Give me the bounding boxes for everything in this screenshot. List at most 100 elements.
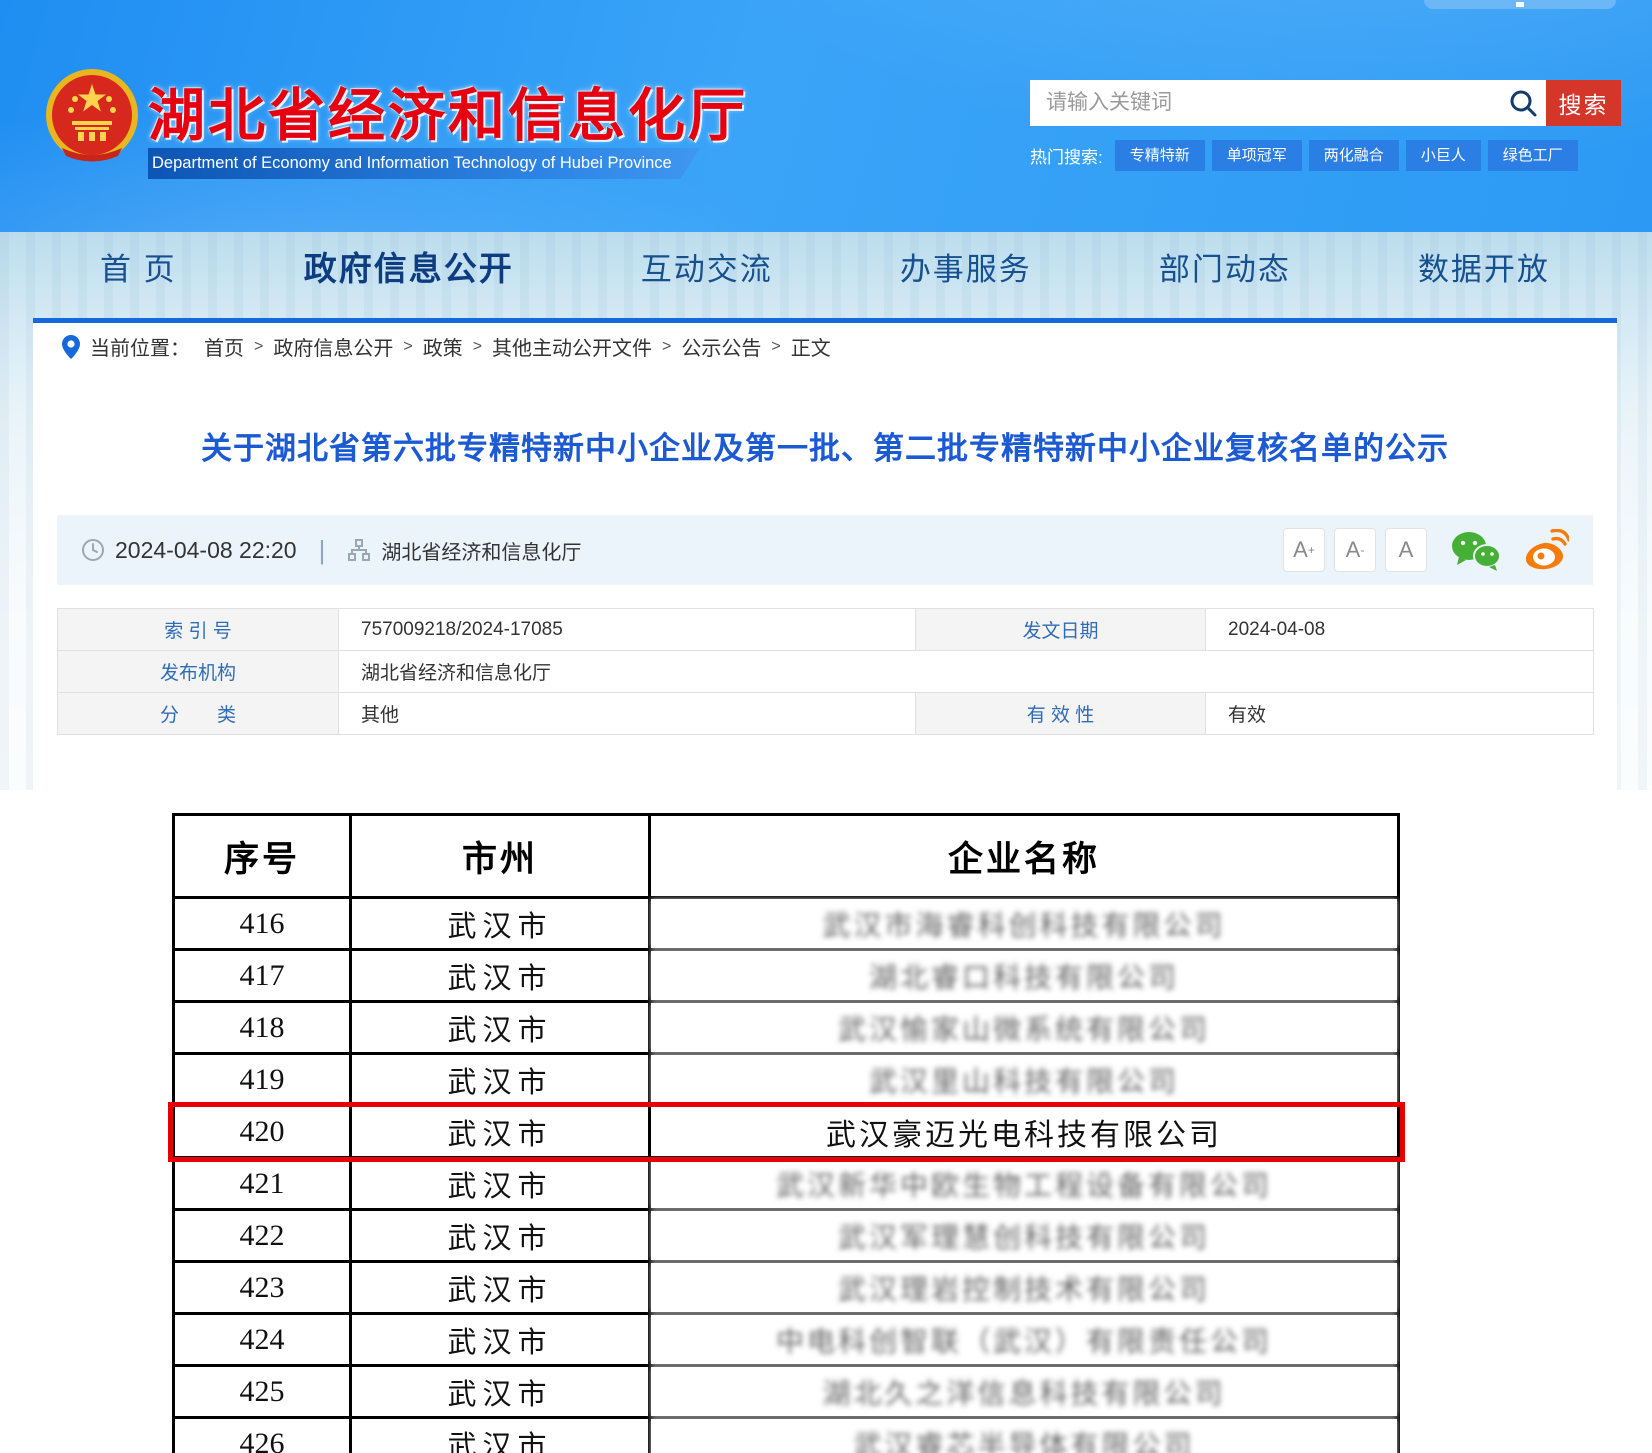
cell-city: 武汉市	[351, 1418, 650, 1453]
article-source: 湖北省经济和信息化厅	[381, 536, 581, 565]
company-table-header: 市州	[351, 815, 650, 898]
document-meta-table-body: 索 引 号757009218/2024-17085发文日期2024-04-08发…	[58, 609, 1594, 735]
breadcrumb: 当前位置： 首页 > 政府信息公开 > 政策 > 其他主动公开文件 > 公示公告 > 正文	[62, 332, 837, 361]
font-size-button-0[interactable]: A+	[1283, 528, 1325, 572]
hot-keyword-button-0[interactable]: 专精特新	[1115, 140, 1205, 171]
table-row: 424武汉市中电科创智联（武汉）有限责任公司	[174, 1314, 1399, 1366]
hot-keyword-button-1[interactable]: 单项冠军	[1212, 140, 1302, 171]
cell-serial-number: 419	[174, 1054, 351, 1106]
table-row: 421武汉市武汉新华中欧生物工程设备有限公司	[174, 1158, 1399, 1210]
breadcrumb-item-0[interactable]: 首页	[204, 332, 244, 361]
company-table-body: 416武汉市武汉市海睿科创科技有限公司417武汉市湖北睿口科技有限公司418武汉…	[174, 898, 1399, 1453]
cell-company-name: 武汉愉家山微系统有限公司	[650, 1002, 1399, 1054]
site-banner: 湖北省经济和信息化厅 Department of Economy and Inf…	[0, 0, 1652, 232]
clock-icon	[81, 538, 105, 562]
hot-keyword-button-4[interactable]: 绿色工厂	[1488, 140, 1578, 171]
breadcrumb-separator: >	[254, 338, 263, 356]
search-input[interactable]	[1030, 80, 1500, 126]
cell-company-name: 湖北久之洋信息科技有限公司	[650, 1366, 1399, 1418]
hot-search-buttons: 专精特新单项冠军两化融合小巨人绿色工厂	[1115, 140, 1585, 171]
breadcrumb-item-4[interactable]: 公示公告	[681, 332, 761, 361]
page-title: 关于湖北省第六批专精特新中小企业及第一批、第二批专精特新中小企业复核名单的公示	[33, 423, 1617, 468]
publish-time: 2024-04-08 22:20	[115, 537, 297, 564]
company-table-header-row: 序号市州企业名称	[174, 815, 1399, 898]
cell-serial-number: 417	[174, 950, 351, 1002]
weibo-share-icon[interactable]	[1523, 529, 1569, 571]
search-button[interactable]: 搜索	[1546, 80, 1621, 126]
breadcrumb-items: 首页 > 政府信息公开 > 政策 > 其他主动公开文件 > 公示公告 > 正文	[198, 332, 837, 361]
cell-company-name: 中电科创智联（武汉）有限责任公司	[650, 1314, 1399, 1366]
cell-city: 武汉市	[351, 1054, 650, 1106]
cell-company-name: 武汉睿芯半导体有限公司	[650, 1418, 1399, 1453]
cell-serial-number: 424	[174, 1314, 351, 1366]
cell-serial-number: 422	[174, 1210, 351, 1262]
table-row: 420武汉市武汉豪迈光电科技有限公司	[174, 1106, 1399, 1158]
breadcrumb-item-2[interactable]: 政策	[423, 332, 463, 361]
meta-value: 757009218/2024-17085	[339, 609, 916, 651]
table-row: 419武汉市武汉里山科技有限公司	[174, 1054, 1399, 1106]
site-subtitle: Department of Economy and Information Te…	[148, 148, 700, 179]
document-meta-table: 索 引 号757009218/2024-17085发文日期2024-04-08发…	[57, 608, 1594, 735]
breadcrumb-separator: >	[403, 338, 412, 356]
breadcrumb-item-5[interactable]: 正文	[791, 332, 831, 361]
nav-item-0[interactable]: 首 页	[100, 244, 177, 289]
cell-serial-number: 426	[174, 1418, 351, 1453]
font-size-button-2[interactable]: A	[1385, 528, 1427, 572]
breadcrumb-item-1[interactable]: 政府信息公开	[273, 332, 393, 361]
hot-search-row: 热门搜索: 专精特新单项冠军两化融合小巨人绿色工厂	[1030, 140, 1585, 171]
cell-company-name: 武汉豪迈光电科技有限公司	[650, 1106, 1399, 1158]
table-row: 426武汉市武汉睿芯半导体有限公司	[174, 1418, 1399, 1453]
breadcrumb-separator: >	[662, 338, 671, 356]
company-table-header: 序号	[174, 815, 351, 898]
nav-item-3[interactable]: 办事服务	[900, 244, 1032, 289]
hot-keyword-button-3[interactable]: 小巨人	[1406, 140, 1481, 171]
meta-value: 其他	[339, 693, 916, 735]
hot-keyword-button-2[interactable]: 两化融合	[1309, 140, 1399, 171]
cell-city: 武汉市	[351, 950, 650, 1002]
cell-company-name: 武汉军理慧创科技有限公司	[650, 1210, 1399, 1262]
meta-separator: |	[319, 535, 326, 566]
meta-right: A+A-A	[1274, 528, 1569, 572]
page: 湖北省经济和信息化厅 Department of Economy and Inf…	[0, 0, 1652, 1453]
meta-table-row: 发布机构湖北省经济和信息化厅	[58, 651, 1594, 693]
cell-city: 武汉市	[351, 1106, 650, 1158]
cell-city: 武汉市	[351, 1262, 650, 1314]
search-icon[interactable]	[1500, 80, 1546, 126]
cell-company-name: 武汉新华中欧生物工程设备有限公司	[650, 1158, 1399, 1210]
breadcrumb-item-3[interactable]: 其他主动公开文件	[492, 332, 652, 361]
breadcrumb-separator: >	[473, 338, 482, 356]
cell-serial-number: 425	[174, 1366, 351, 1418]
table-row: 423武汉市武汉理岩控制技术有限公司	[174, 1262, 1399, 1314]
meta-left: 2024-04-08 22:20 | 湖北省经济和信息化厅	[81, 535, 581, 566]
meta-label: 分 类	[58, 693, 339, 735]
top-floating-tab	[1424, 0, 1616, 9]
breadcrumb-separator: >	[771, 338, 780, 356]
cell-serial-number: 418	[174, 1002, 351, 1054]
cell-serial-number: 420	[174, 1106, 351, 1158]
meta-table-row: 分 类其他有 效 性有效	[58, 693, 1594, 735]
nav-item-1[interactable]: 政府信息公开	[304, 242, 514, 290]
wechat-share-icon[interactable]	[1449, 529, 1501, 571]
meta-value: 有效	[1206, 693, 1594, 735]
cell-city: 武汉市	[351, 1210, 650, 1262]
cell-city: 武汉市	[351, 898, 650, 950]
table-row: 417武汉市湖北睿口科技有限公司	[174, 950, 1399, 1002]
table-row: 422武汉市武汉军理慧创科技有限公司	[174, 1210, 1399, 1262]
nav-item-4[interactable]: 部门动态	[1159, 244, 1291, 289]
company-table-header: 企业名称	[650, 815, 1399, 898]
nav-item-2[interactable]: 互动交流	[641, 244, 773, 289]
meta-label: 发文日期	[916, 609, 1206, 651]
main-nav: 首 页 政府信息公开 互动交流 办事服务 部门动态 数据开放	[60, 232, 1590, 300]
font-size-button-1[interactable]: A-	[1334, 528, 1376, 572]
hot-search-label: 热门搜索:	[1030, 143, 1103, 168]
nav-item-5[interactable]: 数据开放	[1418, 244, 1550, 289]
breadcrumb-label: 当前位置：	[90, 332, 190, 361]
cell-city: 武汉市	[351, 1314, 650, 1366]
site-title: 湖北省经济和信息化厅	[148, 70, 748, 152]
meta-value: 2024-04-08	[1206, 609, 1594, 651]
cell-city: 武汉市	[351, 1158, 650, 1210]
company-table: 序号市州企业名称 416武汉市武汉市海睿科创科技有限公司417武汉市湖北睿口科技…	[172, 813, 1400, 1453]
meta-table-row: 索 引 号757009218/2024-17085发文日期2024-04-08	[58, 609, 1594, 651]
meta-label: 发布机构	[58, 651, 339, 693]
cell-city: 武汉市	[351, 1002, 650, 1054]
